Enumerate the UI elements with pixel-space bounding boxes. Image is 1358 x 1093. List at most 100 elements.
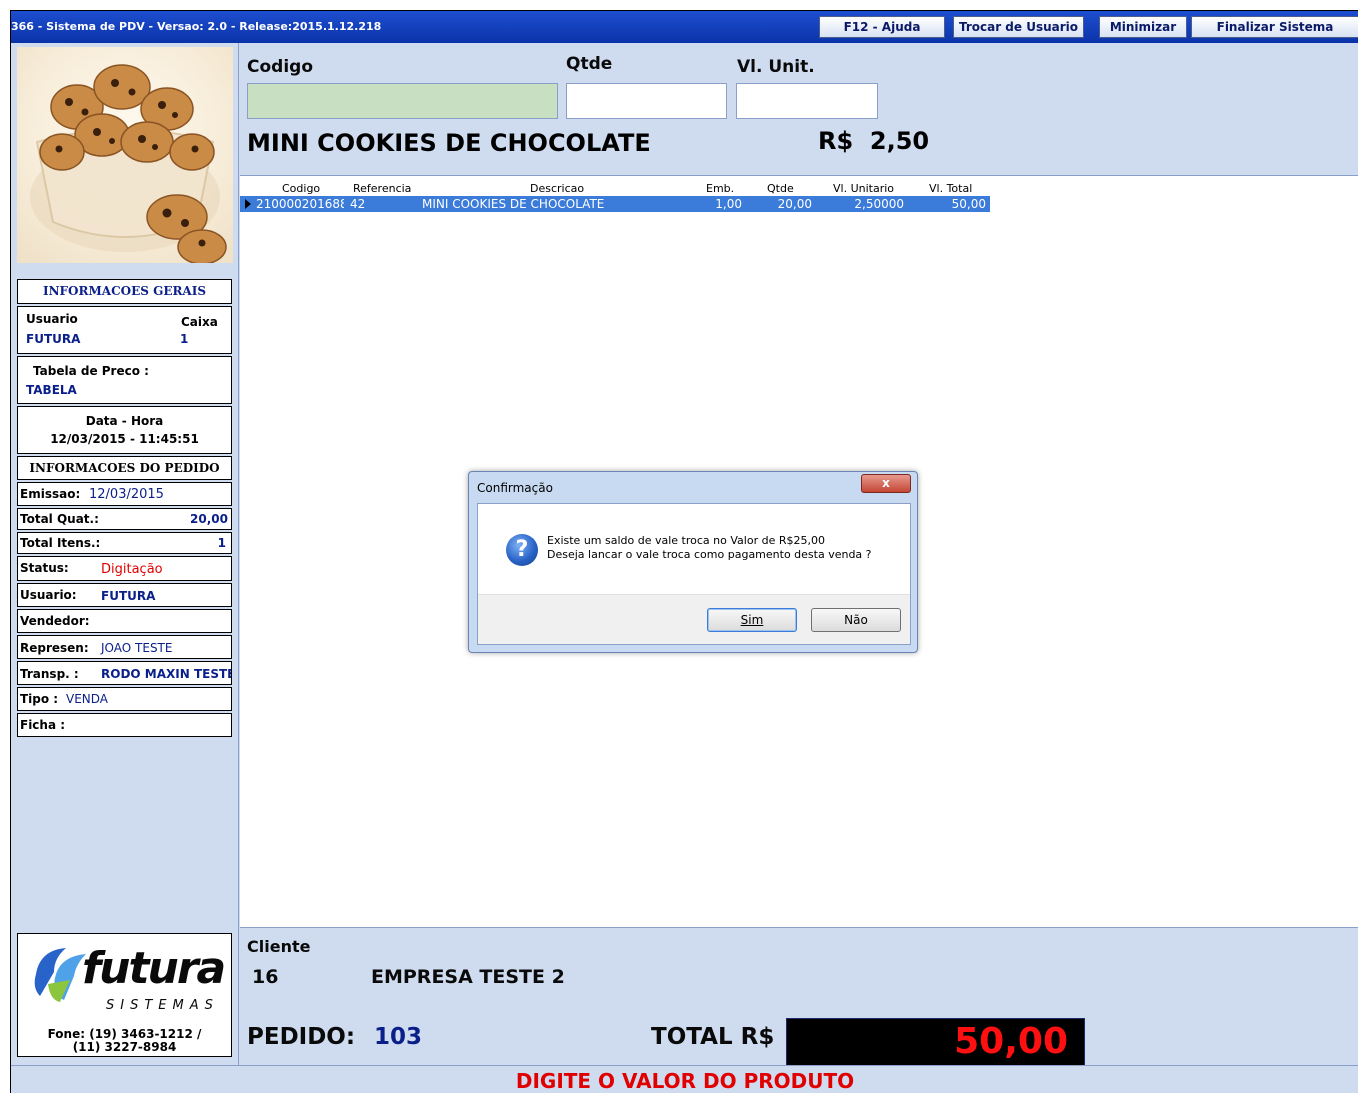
order-summary: Cliente 16 EMPRESA TESTE 2 PEDIDO: 103 T…: [240, 928, 1358, 1066]
usuario-row: Usuario: FUTURA: [17, 583, 232, 607]
cell-emb: 1,00: [715, 197, 742, 211]
brand-name: futura: [82, 943, 226, 994]
usuario-caixa-box: Usuario FUTURA Caixa 1: [17, 306, 232, 354]
help-button[interactable]: F12 - Ajuda: [819, 16, 945, 38]
represen-value: JOAO TESTE: [101, 641, 173, 655]
total-quat-row: Total Quat.: 20,00: [17, 508, 232, 530]
cell-vl-unitario: 2,50000: [854, 197, 904, 211]
ficha-label: Ficha :: [20, 718, 66, 732]
info-pedido-title: INFORMACOES DO PEDIDO: [29, 461, 220, 475]
tipo-label: Tipo :: [20, 692, 59, 706]
transp-label: Transp. :: [20, 667, 79, 681]
codigo-label: Codigo: [247, 57, 313, 77]
total-itens-value: 1: [217, 536, 226, 550]
col-referencia[interactable]: Referencia: [353, 182, 411, 195]
qtde-label: Qtde: [566, 54, 613, 74]
tipo-row: Tipo : VENDA: [17, 687, 232, 711]
qtde-input[interactable]: [566, 83, 727, 119]
switch-user-button[interactable]: Trocar de Usuario: [953, 16, 1084, 38]
col-vl-unitario[interactable]: Vl. Unitario: [833, 182, 894, 195]
info-gerais-title: INFORMACOES GERAIS: [42, 284, 207, 298]
dialog-message: Existe um saldo de vale troca no Valor d…: [547, 534, 872, 562]
status-message: DIGITE O VALOR DO PRODUTO: [515, 1069, 855, 1093]
confirmation-dialog: Confirmação x ? Existe um saldo de vale …: [468, 471, 918, 653]
tabela-label: Tabela de Preco :: [33, 364, 149, 378]
dialog-close-button[interactable]: x: [861, 474, 911, 493]
cell-descricao: MINI COOKIES DE CHOCOLATE: [422, 197, 605, 211]
title-bar: 366 - Sistema de PDV - Versao: 2.0 - Rel…: [11, 11, 1358, 43]
left-panel: INFORMACOES GERAIS Usuario FUTURA Caixa …: [11, 43, 239, 1065]
product-price: R$ 2,50: [818, 127, 930, 155]
total-label: TOTAL R$: [651, 1024, 775, 1050]
dialog-message-line-2: Deseja lancar o vale troca como pagament…: [547, 548, 872, 561]
cliente-label: Cliente: [247, 937, 311, 956]
represen-label: Represen:: [20, 641, 89, 655]
status-row: Status: Digitação: [17, 556, 232, 581]
no-button-label: Não: [844, 613, 868, 627]
col-descricao[interactable]: Descricao: [530, 182, 584, 195]
window-title: 366 - Sistema de PDV - Versao: 2.0 - Rel…: [11, 20, 382, 33]
dialog-body: ? Existe um saldo de vale troca no Valor…: [477, 503, 911, 645]
product-name: MINI COOKIES DE CHOCOLATE: [247, 129, 651, 157]
represen-row: Represen: JOAO TESTE: [17, 635, 232, 659]
col-qtde[interactable]: Qtde: [767, 182, 794, 195]
question-icon: ?: [506, 534, 538, 566]
exit-system-button[interactable]: Finalizar Sistema: [1191, 16, 1358, 38]
status-bar: DIGITE O VALOR DO PRODUTO: [11, 1065, 1358, 1093]
cliente-name: EMPRESA TESTE 2: [371, 966, 565, 988]
vendedor-row: Vendedor:: [17, 609, 232, 633]
emissao-row: Emissao: 12/03/2015: [17, 482, 232, 506]
codigo-input[interactable]: [247, 83, 558, 119]
company-logo-box: futura SISTEMAS Fone: (19) 3463-1212 / (…: [17, 933, 232, 1057]
dialog-message-line-1: Existe um saldo de vale troca no Valor d…: [547, 534, 825, 547]
row-pointer-icon: [245, 199, 251, 209]
datahora-label: Data - Hora: [85, 414, 164, 428]
pedido-usuario-label: Usuario:: [20, 588, 77, 602]
pedido-label: PEDIDO:: [247, 1024, 356, 1050]
emissao-label: Emissao:: [20, 487, 81, 501]
col-codigo[interactable]: Codigo: [282, 182, 320, 195]
col-vl-total[interactable]: Vl. Total: [929, 182, 972, 195]
usuario-value: FUTURA: [26, 332, 81, 346]
vendedor-label: Vendedor:: [20, 614, 90, 628]
no-button[interactable]: Não: [811, 608, 901, 632]
pedido-number: 103: [374, 1024, 423, 1050]
product-input-area: Codigo Qtde Vl. Unit. MINI COOKIES DE CH…: [240, 43, 1358, 176]
pedido-usuario-value: FUTURA: [101, 589, 156, 603]
caixa-label: Caixa: [181, 315, 218, 329]
total-itens-row: Total Itens.: 1: [17, 532, 232, 554]
datahora-value: 12/03/2015 - 11:45:51: [50, 432, 199, 446]
total-value: 50,00: [954, 1021, 1068, 1062]
transp-row: Transp. : RODO MAXIN TESTE: [17, 661, 232, 685]
caixa-value: 1: [180, 332, 189, 346]
info-pedido-header: INFORMACOES DO PEDIDO: [17, 456, 232, 480]
vlunit-label: Vl. Unit.: [737, 57, 815, 77]
cell-qtde: 20,00: [777, 197, 812, 211]
total-display: 50,00: [786, 1018, 1085, 1066]
status-label: Status:: [20, 561, 69, 575]
yes-button[interactable]: Sim: [707, 608, 797, 632]
table-row[interactable]: 210000201688 42 MINI COOKIES DE CHOCOLAT…: [240, 196, 990, 212]
cliente-code: 16: [252, 966, 279, 988]
total-quat-label: Total Quat.:: [20, 512, 99, 526]
grid-header: Codigo Referencia Descricao Emb. Qtde Vl…: [240, 180, 990, 196]
usuario-label: Usuario: [26, 312, 78, 326]
tabela-value: TABELA: [26, 383, 77, 397]
cell-vl-total: 50,00: [951, 197, 986, 211]
info-gerais-header: INFORMACOES GERAIS: [17, 279, 232, 304]
transp-value: RODO MAXIN TESTE: [101, 667, 232, 681]
total-itens-label: Total Itens.:: [20, 536, 101, 550]
cell-codigo: 210000201688: [256, 197, 344, 211]
product-image: [17, 47, 233, 263]
tabela-preco-box: Tabela de Preco : TABELA: [17, 356, 232, 404]
close-icon: x: [882, 476, 890, 490]
yes-button-label: Sim: [740, 613, 764, 627]
dialog-title: Confirmação: [477, 481, 553, 495]
tipo-value: VENDA: [66, 692, 109, 706]
phone-2: (11) 3227-8984: [72, 1040, 177, 1054]
minimize-button[interactable]: Minimizar: [1099, 16, 1187, 38]
col-emb[interactable]: Emb.: [706, 182, 734, 195]
ficha-row: Ficha :: [17, 713, 232, 737]
status-value: Digitação: [101, 562, 163, 577]
vlunit-input[interactable]: [736, 83, 878, 119]
